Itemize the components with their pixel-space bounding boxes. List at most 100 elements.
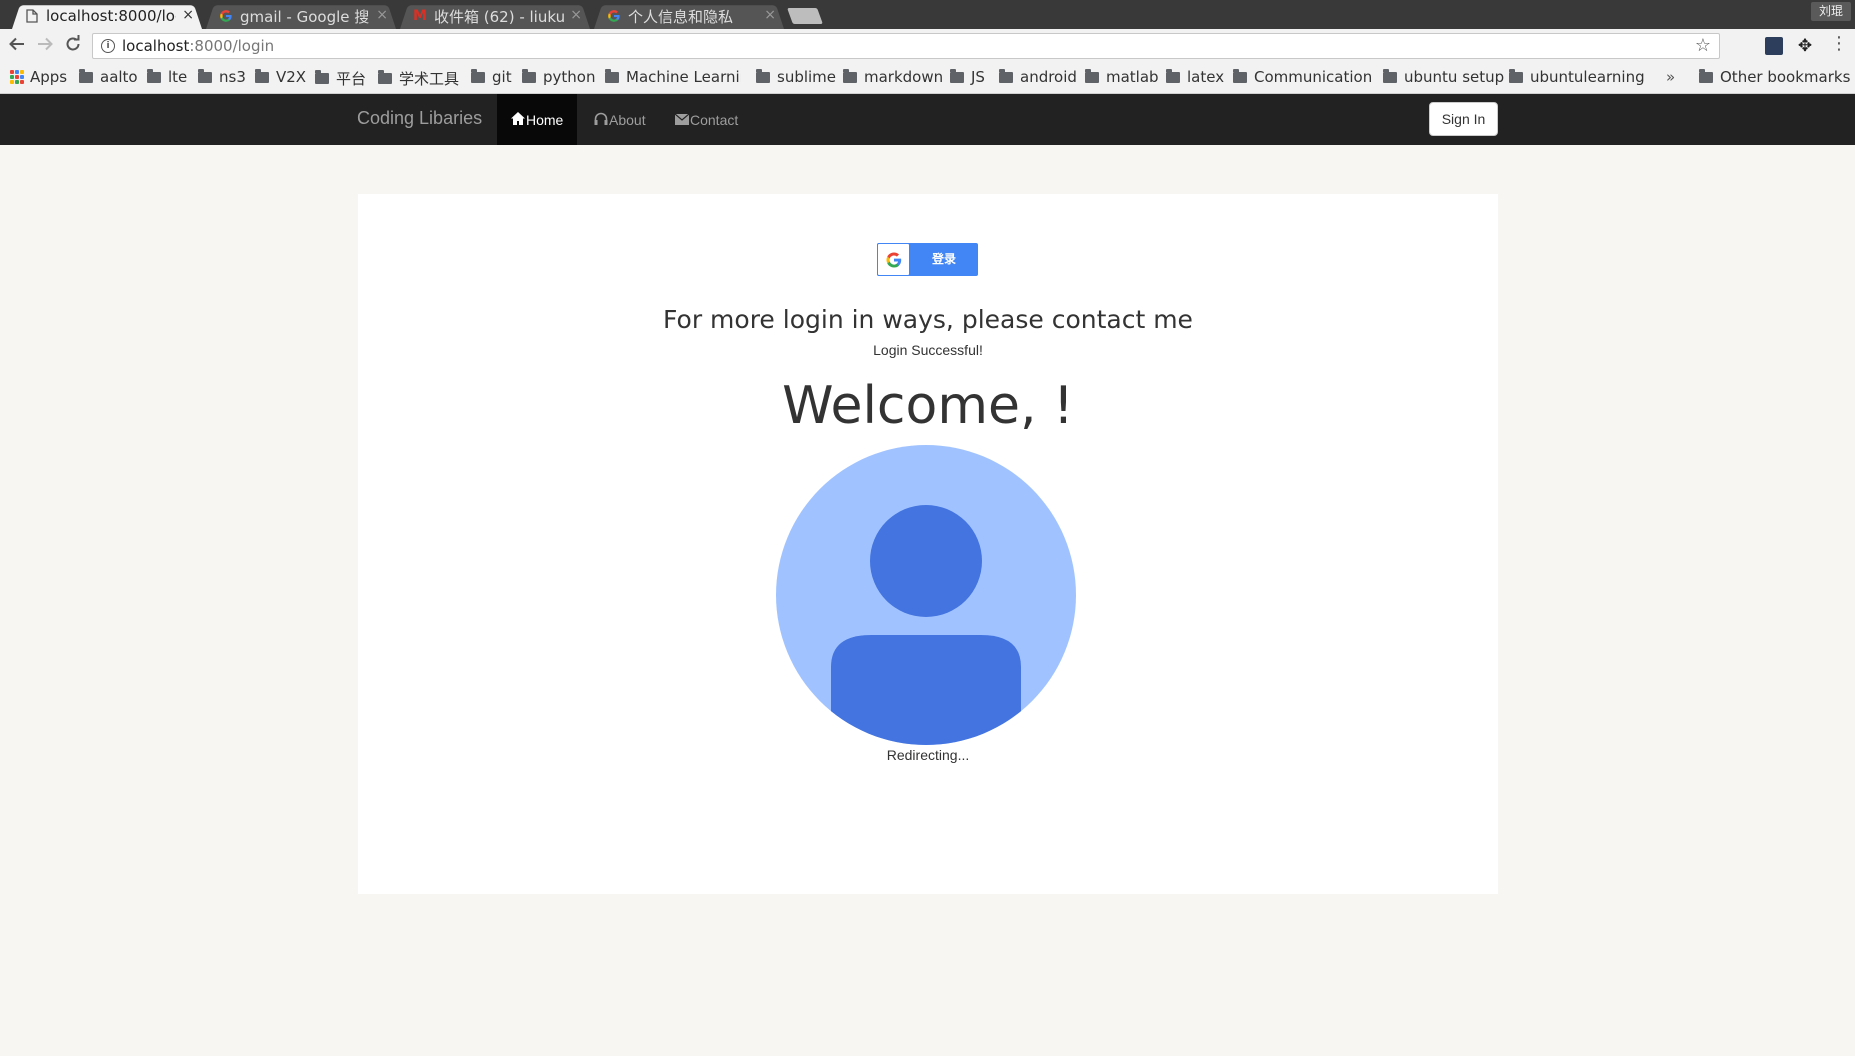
browser-tab-strip: localhost:8000/logi × gmail - Google 搜索 … [0,0,1855,30]
bookmark-folder[interactable]: android [999,68,1077,86]
bookmark-label: latex [1187,68,1225,86]
nav-label: Contact [690,111,739,128]
nav-contact[interactable]: Contact [661,94,752,145]
google-icon [606,8,622,24]
bookmark-folder[interactable]: Communication [1233,68,1374,86]
bookmark-folder[interactable]: 平台 [315,68,366,89]
headphones-icon [594,112,608,128]
folder-icon [79,68,93,83]
bookmark-label: 平台 [336,70,367,88]
folder-icon [1233,68,1247,83]
welcome-heading: Welcome, ! [782,376,1074,436]
bookmark-label: Other bookmarks [1720,68,1851,86]
folder-icon [315,70,329,84]
bookmark-label: V2X [276,68,307,86]
folder-icon [1383,68,1397,83]
bookmark-folder[interactable]: ubuntulearning [1509,68,1645,86]
folder-icon [843,68,857,83]
url-host: localhost [122,37,190,55]
bookmark-folder[interactable]: ubuntu setup [1383,68,1504,86]
page-icon [24,8,40,24]
profile-button[interactable]: 刘琨 [1810,2,1851,21]
bookmark-folder[interactable]: 学术工具 [378,68,459,89]
browser-tab-localhost[interactable]: localhost:8000/logi × [12,3,202,30]
folder-icon [378,70,392,84]
extension-puzzle-icon[interactable]: ✥ [1796,37,1814,55]
sign-in-button[interactable]: Sign In [1429,102,1498,136]
bookmark-folder[interactable]: latex [1166,68,1224,86]
gmail-icon: M [413,8,427,24]
nav-label: About [609,111,646,128]
bookmark-folder[interactable]: ns3 [198,68,246,86]
google-sign-in-label: 登录 [931,252,956,266]
bookmark-folder[interactable]: python [522,68,595,86]
url-path: :8000/login [189,37,275,55]
site-brand[interactable]: Coding Libaries [357,108,482,129]
bookmark-label: JS [971,68,985,86]
bookmark-label: aalto [100,68,138,86]
bookmark-label: ubuntu setup [1404,68,1505,86]
extension-icon[interactable] [1765,37,1783,55]
forward-arrow-icon[interactable] [34,35,56,57]
tab-title: gmail - Google 搜索 [240,7,370,26]
apps-grid-icon [10,70,24,84]
browser-tab-privacy[interactable]: 个人信息和隐私 × [594,3,784,30]
bookmark-label: markdown [864,68,944,86]
folder-icon [950,68,964,83]
bookmark-label: matlab [1106,68,1159,86]
info-icon[interactable]: i [101,39,115,53]
bookmark-folder[interactable]: git [471,68,512,86]
close-icon[interactable]: × [182,7,194,23]
bookmark-label: python [543,68,596,86]
folder-icon [147,68,161,83]
tab-title: localhost:8000/logi [46,7,176,25]
bookmark-apps[interactable]: Apps [10,68,67,86]
folder-icon [522,68,536,83]
bookmark-other[interactable]: Other bookmarks [1699,68,1850,86]
new-tab-button[interactable] [787,8,823,24]
folder-icon [605,68,619,83]
bookmark-label: ns3 [219,68,246,86]
bookmark-folder[interactable]: aalto [79,68,138,86]
bookmark-folder[interactable]: sublime [756,68,836,86]
avatar [776,445,1076,745]
home-icon [511,111,525,128]
kebab-menu-icon[interactable]: ⋮ [1830,33,1848,54]
redirect-text: Redirecting... [886,747,970,763]
bookmark-folder[interactable]: V2X [255,68,306,86]
nav-about[interactable]: About [580,94,660,145]
folder-icon [1699,68,1713,83]
browser-tab-google-search[interactable]: gmail - Google 搜索 × [206,3,396,30]
bookmark-label: 学术工具 [399,70,460,88]
bookmark-folder[interactable]: matlab [1085,68,1159,86]
bookmark-folder[interactable]: JS [950,68,985,86]
envelope-icon [674,112,690,128]
nav-label: Home [526,111,564,128]
back-arrow-icon[interactable] [6,35,28,57]
bookmark-label: ubuntulearning [1530,68,1645,86]
nav-home[interactable]: Home [497,94,578,145]
close-icon[interactable]: × [764,7,776,23]
bookmark-folder[interactable]: lte [147,68,187,86]
bookmark-label: Apps [30,68,68,86]
bookmarks-bar: Apps aalto lte ns3 V2X 平台 学术工具 git pytho… [0,63,1855,94]
bookmark-folder[interactable]: Machine Learnin [605,68,741,86]
reload-icon[interactable] [62,35,84,57]
folder-icon [471,68,485,83]
folder-icon [1085,68,1099,83]
bookmark-label: Communication [1254,68,1373,86]
bookmark-star-icon[interactable]: ☆ [1695,35,1711,56]
close-icon[interactable]: × [570,7,582,23]
address-bar[interactable]: i localhost:8000/login ☆ [92,33,1720,59]
bookmark-label: android [1020,68,1077,86]
google-sign-in-button[interactable]: 登录 [877,243,978,276]
more-bookmarks-chevron-icon[interactable]: » [1666,68,1675,86]
browser-tab-gmail[interactable]: M 收件箱 (62) - liukun × [400,3,590,30]
folder-icon [1166,68,1180,83]
folder-icon [756,68,770,83]
close-icon[interactable]: × [376,7,388,23]
login-status-text: Login Successful! [873,342,983,358]
bookmark-label: lte [168,68,188,86]
bookmark-folder[interactable]: markdown [843,68,943,86]
google-icon [218,8,234,24]
